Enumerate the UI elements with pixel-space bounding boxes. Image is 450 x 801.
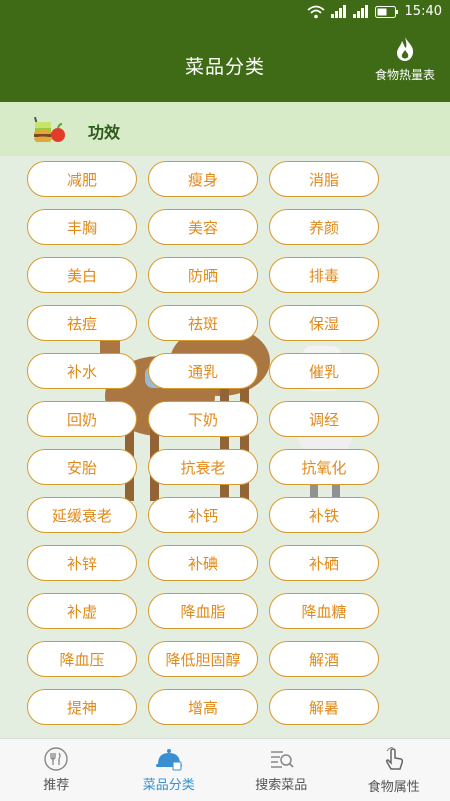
- category-chip[interactable]: 补锌: [27, 545, 137, 581]
- category-chip[interactable]: 延缓衰老: [27, 497, 137, 533]
- category-chip[interactable]: 保湿: [269, 305, 379, 341]
- category-chip[interactable]: 调经: [269, 401, 379, 437]
- category-chip[interactable]: 降血压: [27, 641, 137, 677]
- category-chip[interactable]: 瘦身: [148, 161, 258, 197]
- category-chip[interactable]: 补水: [27, 353, 137, 389]
- category-chip[interactable]: 催乳: [269, 353, 379, 389]
- category-chip[interactable]: 补硒: [269, 545, 379, 581]
- category-chip[interactable]: 抗氧化: [269, 449, 379, 485]
- section-title: 功效: [88, 119, 120, 143]
- category-chip[interactable]: 降血脂: [148, 593, 258, 629]
- category-chip[interactable]: 减肥: [27, 161, 137, 197]
- category-chip[interactable]: 排毒: [269, 257, 379, 293]
- calorie-table-button[interactable]: 食物热量表: [366, 36, 444, 83]
- signal-icon: [331, 5, 347, 18]
- category-chip[interactable]: 美白: [27, 257, 137, 293]
- category-chip[interactable]: 补碘: [148, 545, 258, 581]
- category-chip[interactable]: 消脂: [269, 161, 379, 197]
- flame-icon: [366, 36, 444, 62]
- battery-icon: [375, 6, 399, 18]
- app-header: 菜品分类 食物热量表: [0, 26, 450, 102]
- tab-search-dish[interactable]: 搜索菜品: [225, 739, 338, 801]
- tab-label: 食物属性: [338, 776, 450, 795]
- category-grid: 减肥 瘦身 消脂 丰胸 美容 养颜 美白 防晒 排毒 祛痘 祛斑 保湿 补水 通…: [27, 161, 379, 725]
- tab-food-property[interactable]: 食物属性: [338, 739, 450, 801]
- bottom-tab-bar: 推荐 菜品分类 搜索菜品 食物属性: [0, 738, 450, 801]
- category-content: 减肥 瘦身 消脂 丰胸 美容 养颜 美白 防晒 排毒 祛痘 祛斑 保湿 补水 通…: [0, 156, 450, 738]
- category-chip[interactable]: 祛痘: [27, 305, 137, 341]
- category-chip[interactable]: 解酒: [269, 641, 379, 677]
- category-chip[interactable]: 防晒: [148, 257, 258, 293]
- category-chip[interactable]: 安胎: [27, 449, 137, 485]
- category-chip[interactable]: 解暑: [269, 689, 379, 725]
- tab-label: 推荐: [0, 774, 113, 793]
- category-chip[interactable]: 增高: [148, 689, 258, 725]
- signal-icon-2: [353, 5, 369, 18]
- category-chip[interactable]: 养颜: [269, 209, 379, 245]
- category-chip[interactable]: 美容: [148, 209, 258, 245]
- section-header: 功效: [0, 102, 450, 156]
- category-chip[interactable]: 降血糖: [269, 593, 379, 629]
- category-chip[interactable]: 抗衰老: [148, 449, 258, 485]
- category-chip[interactable]: 补铁: [269, 497, 379, 533]
- tab-label: 菜品分类: [113, 774, 226, 793]
- category-chip[interactable]: 提神: [27, 689, 137, 725]
- hand-pointer-icon: [338, 747, 450, 773]
- status-time: 15:40: [405, 4, 442, 19]
- category-chip[interactable]: 回奶: [27, 401, 137, 437]
- tab-recommend[interactable]: 推荐: [0, 739, 113, 801]
- fork-knife-icon: [0, 747, 113, 771]
- status-bar: 15:40: [0, 0, 450, 26]
- category-chip[interactable]: 通乳: [148, 353, 258, 389]
- category-chip[interactable]: 降低胆固醇: [148, 641, 258, 677]
- category-chip[interactable]: 祛斑: [148, 305, 258, 341]
- calorie-table-label: 食物热量表: [366, 66, 444, 83]
- category-chip[interactable]: 补虚: [27, 593, 137, 629]
- category-chip[interactable]: 补钙: [148, 497, 258, 533]
- dish-cover-icon: [113, 747, 226, 771]
- search-list-icon: [225, 747, 338, 771]
- wifi-icon: [307, 5, 325, 19]
- tab-label: 搜索菜品: [225, 774, 338, 793]
- tab-dish-category[interactable]: 菜品分类: [113, 739, 226, 801]
- category-chip[interactable]: 下奶: [148, 401, 258, 437]
- juice-burger-icon: [32, 113, 66, 149]
- category-chip[interactable]: 丰胸: [27, 209, 137, 245]
